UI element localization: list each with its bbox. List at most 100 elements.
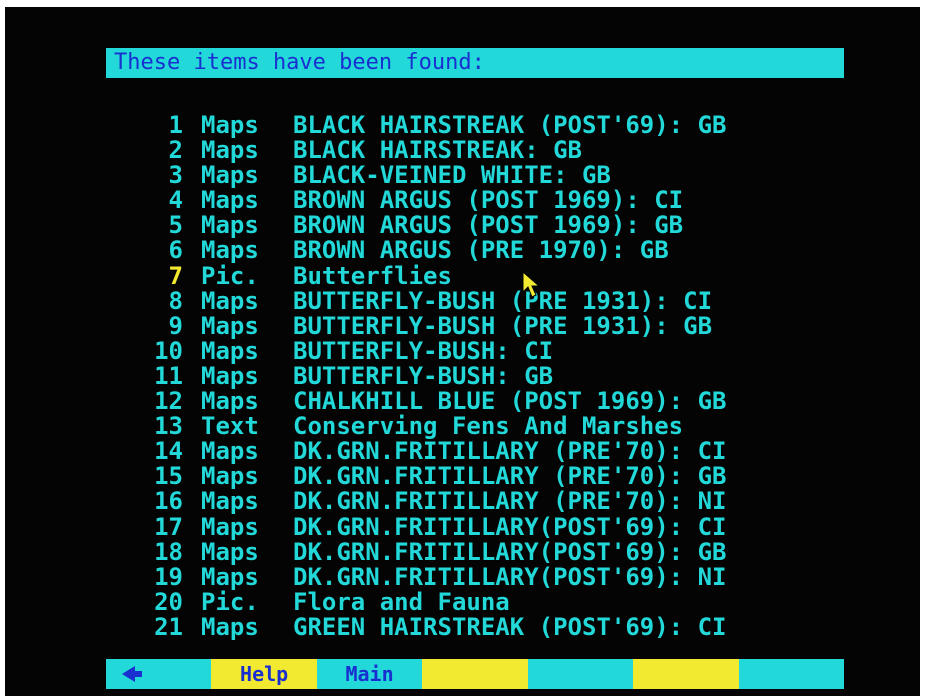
result-type: Maps bbox=[201, 537, 259, 566]
result-title: BUTTERFLY-BUSH (PRE 1931): CI bbox=[293, 286, 713, 315]
screen: These items have been found: 1 Maps BLACK … bbox=[5, 7, 920, 696]
result-title: BUTTERFLY-BUSH: CI bbox=[293, 336, 554, 365]
result-number: 9 bbox=[168, 311, 183, 340]
result-item[interactable]: 14 Maps DK.GRN.FRITILLARY (PRE'70): CI bbox=[135, 439, 855, 464]
main-button-label: Main bbox=[345, 662, 394, 686]
result-item[interactable]: 17 Maps DK.GRN.FRITILLARY(POST'69): CI bbox=[135, 512, 855, 541]
result-title: CHALKHILL BLUE (POST 1969): GB bbox=[293, 387, 727, 416]
result-number: 18 bbox=[154, 537, 183, 566]
result-type: Maps bbox=[201, 236, 259, 265]
result-number: 2 bbox=[168, 136, 183, 165]
result-number: 20 bbox=[154, 587, 183, 616]
result-item[interactable]: 21 Maps GREEN HAIRSTREAK (POST'69): CI bbox=[135, 612, 855, 641]
result-item[interactable]: 18 Maps DK.GRN.FRITILLARY(POST'69): GB bbox=[135, 537, 855, 566]
result-item[interactable]: 5 Maps BROWN ARGUS (POST 1969): GB bbox=[135, 213, 855, 238]
result-type: Maps bbox=[201, 186, 259, 215]
result-type: Maps bbox=[201, 211, 259, 240]
result-item[interactable]: 7 Pic. Butterflies bbox=[135, 261, 855, 290]
function-key-4[interactable] bbox=[422, 659, 528, 689]
result-type: Maps bbox=[201, 462, 259, 491]
result-type: Maps bbox=[201, 111, 259, 139]
result-type: Maps bbox=[201, 562, 259, 591]
result-number: 5 bbox=[168, 211, 183, 240]
result-number: 17 bbox=[154, 512, 183, 541]
result-item[interactable]: 13 Text Conserving Fens And Marshes bbox=[135, 414, 855, 439]
result-item[interactable]: 10 Maps BUTTERFLY-BUSH: CI bbox=[135, 336, 855, 365]
result-type: Maps bbox=[201, 136, 259, 165]
result-type: Text bbox=[201, 412, 259, 441]
result-item[interactable]: 12 Maps CHALKHILL BLUE (POST 1969): GB bbox=[135, 389, 855, 414]
result-number: 15 bbox=[154, 462, 183, 491]
result-title: DK.GRN.FRITILLARY(POST'69): GB bbox=[293, 537, 727, 566]
result-number: 4 bbox=[168, 186, 183, 215]
result-title: BROWN ARGUS (POST 1969): GB bbox=[293, 211, 684, 240]
result-number: 19 bbox=[154, 562, 183, 591]
result-title: Flora and Fauna bbox=[293, 587, 510, 616]
result-number: 8 bbox=[168, 286, 183, 315]
result-number: 14 bbox=[154, 437, 183, 466]
results-heading: These items have been found: bbox=[114, 50, 485, 75]
function-key-6[interactable] bbox=[633, 659, 739, 689]
result-type: Maps bbox=[201, 437, 259, 466]
result-item[interactable]: 19 Maps DK.GRN.FRITILLARY(POST'69): NI bbox=[135, 562, 855, 591]
result-title: DK.GRN.FRITILLARY(POST'69): CI bbox=[293, 512, 727, 541]
left-arrow-icon-stem bbox=[134, 671, 142, 677]
result-type: Maps bbox=[201, 612, 259, 641]
result-title: DK.GRN.FRITILLARY (PRE'70): NI bbox=[293, 487, 727, 516]
result-type: Maps bbox=[201, 387, 259, 416]
result-number: 1 bbox=[168, 111, 183, 139]
result-title: DK.GRN.FRITILLARY (PRE'70): GB bbox=[293, 462, 727, 491]
main-button[interactable]: Main bbox=[316, 659, 423, 689]
result-type: Pic. bbox=[201, 261, 259, 290]
header-bar: These items have been found: bbox=[106, 48, 844, 78]
result-number: 7 bbox=[168, 261, 183, 290]
result-title: Butterflies bbox=[293, 261, 452, 290]
help-button[interactable]: Help bbox=[211, 659, 317, 689]
results-list: 1 Maps BLACK HAIRSTREAK (POST'69): GB 2 Maps… bbox=[135, 113, 855, 640]
result-number: 10 bbox=[154, 336, 183, 365]
result-title: DK.GRN.FRITILLARY (PRE'70): CI bbox=[293, 437, 727, 466]
mouse-pointer-icon bbox=[522, 271, 541, 298]
result-type: Maps bbox=[201, 161, 259, 190]
result-number: 3 bbox=[168, 161, 183, 190]
result-item[interactable]: 9 Maps BUTTERFLY-BUSH (PRE 1931): GB bbox=[135, 311, 855, 340]
result-item[interactable]: 20 Pic. Flora and Fauna bbox=[135, 587, 855, 616]
result-item[interactable]: 2 Maps BLACK HAIRSTREAK: GB bbox=[135, 138, 855, 163]
result-number: 11 bbox=[154, 361, 183, 390]
result-title: BLACK HAIRSTREAK (POST'69): GB bbox=[293, 111, 727, 139]
result-type: Maps bbox=[201, 286, 259, 315]
result-type: Maps bbox=[201, 512, 259, 541]
result-title: GREEN HAIRSTREAK (POST'69): CI bbox=[293, 612, 727, 641]
result-item[interactable]: 4 Maps BROWN ARGUS (POST 1969): CI bbox=[135, 188, 855, 213]
result-title: BUTTERFLY-BUSH (PRE 1931): GB bbox=[293, 311, 713, 340]
result-item[interactable]: 1 Maps BLACK HAIRSTREAK (POST'69): GB bbox=[135, 113, 855, 138]
function-key-bar: Help Main bbox=[106, 659, 844, 689]
result-item[interactable]: 8 Maps BUTTERFLY-BUSH (PRE 1931): CI bbox=[135, 286, 855, 315]
result-number: 16 bbox=[154, 487, 183, 516]
result-type: Maps bbox=[201, 361, 259, 390]
result-number: 21 bbox=[154, 612, 183, 641]
result-number: 6 bbox=[168, 236, 183, 265]
result-type: Maps bbox=[201, 487, 259, 516]
result-type: Pic. bbox=[201, 587, 259, 616]
result-item[interactable]: 11 Maps BUTTERFLY-BUSH: GB bbox=[135, 361, 855, 390]
result-title: BLACK HAIRSTREAK: GB bbox=[293, 136, 582, 165]
help-button-label: Help bbox=[240, 662, 289, 686]
back-button[interactable] bbox=[106, 659, 212, 689]
function-key-7[interactable] bbox=[738, 659, 844, 689]
result-title: BUTTERFLY-BUSH: GB bbox=[293, 361, 554, 390]
result-title: BROWN ARGUS (PRE 1970): GB bbox=[293, 236, 669, 265]
result-item[interactable]: 16 Maps DK.GRN.FRITILLARY (PRE'70): NI bbox=[135, 489, 855, 514]
result-type: Maps bbox=[201, 336, 259, 365]
result-title: BLACK-VEINED WHITE: GB bbox=[293, 161, 611, 190]
result-item[interactable]: 3 Maps BLACK-VEINED WHITE: GB bbox=[135, 163, 855, 188]
function-key-5[interactable] bbox=[527, 659, 634, 689]
result-number: 13 bbox=[154, 412, 183, 441]
result-title: BROWN ARGUS (POST 1969): CI bbox=[293, 186, 684, 215]
result-title: Conserving Fens And Marshes bbox=[293, 412, 684, 441]
result-item[interactable]: 6 Maps BROWN ARGUS (PRE 1970): GB bbox=[135, 238, 855, 263]
result-title: DK.GRN.FRITILLARY(POST'69): NI bbox=[293, 562, 727, 591]
result-type: Maps bbox=[201, 311, 259, 340]
result-item[interactable]: 15 Maps DK.GRN.FRITILLARY (PRE'70): GB bbox=[135, 464, 855, 489]
result-number: 12 bbox=[154, 387, 183, 416]
